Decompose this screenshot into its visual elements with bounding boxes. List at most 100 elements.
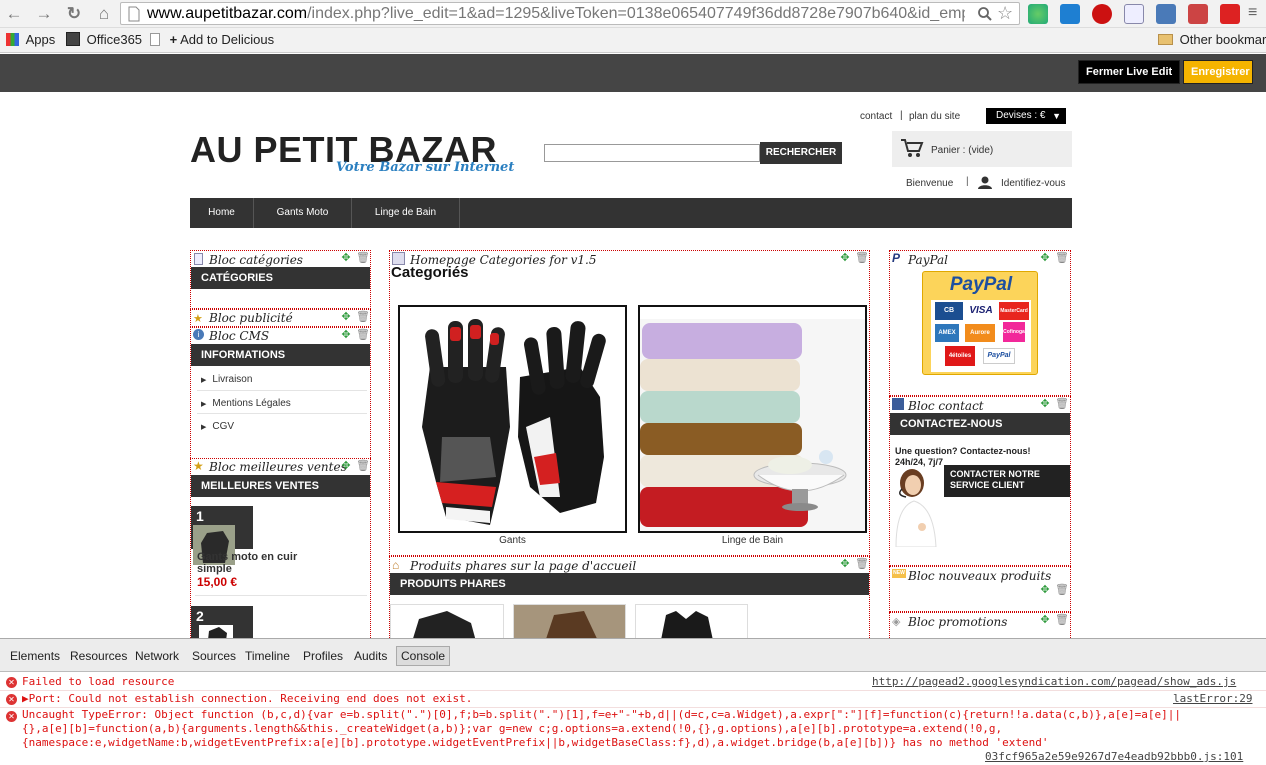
move-icon[interactable]: ✥ <box>1038 397 1052 411</box>
back-icon[interactable]: ← <box>4 4 24 24</box>
menu-item-gants-moto[interactable]: Gants Moto <box>254 198 352 228</box>
console-error-2[interactable]: ▶Port: Could not establish connection. R… <box>22 692 922 706</box>
bloc-title: Bloc CMS <box>209 329 270 343</box>
bookmark-delicious[interactable]: + Add to Delicious <box>150 32 274 47</box>
featured-product[interactable] <box>513 604 626 638</box>
menu-item-linge-de-bain[interactable]: Linge de Bain <box>352 198 460 228</box>
move-icon[interactable]: ✥ <box>339 310 353 324</box>
lastpass-extension-icon[interactable] <box>1220 4 1240 24</box>
home-icon[interactable]: ⌂ <box>94 4 114 24</box>
search-icon[interactable] <box>977 6 993 22</box>
bloc-title: Produits phares sur la page d'accueil <box>410 559 637 573</box>
product-image <box>661 611 713 638</box>
tab-sources[interactable]: Sources <box>192 649 236 663</box>
error-icon: ✕ <box>6 677 17 688</box>
divider <box>197 390 367 391</box>
bloc-paypal: P PayPal ✥ 🗑 PayPal CB VISA MasterCard A… <box>889 250 1071 396</box>
trash-icon[interactable]: 🗑 <box>1055 251 1069 265</box>
search-input[interactable] <box>544 144 760 162</box>
console-source-link[interactable]: http://pagead2.googlesyndication.com/pag… <box>872 675 1236 688</box>
login-link[interactable]: Identifiez-vous <box>1001 178 1065 189</box>
featured-heading: PRODUITS PHARES <box>390 573 869 595</box>
trash-icon[interactable]: 🗑 <box>1055 583 1069 597</box>
contact-question: Une question? Contactez-nous! <box>895 446 1031 456</box>
tab-resources[interactable]: Resources <box>70 649 127 663</box>
tab-profiles[interactable]: Profiles <box>303 649 343 663</box>
console-source-link[interactable]: 03fcf965a2e59e9267d7e4eadb92bbb0.js:101 <box>985 750 1243 763</box>
trash-icon[interactable]: 🗑 <box>855 251 869 265</box>
save-button[interactable]: Enregistrer <box>1183 60 1253 84</box>
star-icon[interactable]: ☆ <box>997 3 1013 24</box>
url-text: www.aupetitbazar.com/index.php?live_edit… <box>147 5 965 22</box>
trash-icon[interactable]: 🗑 <box>356 328 370 342</box>
paypal-badge[interactable]: PayPal CB VISA MasterCard AMEX Aurore Co… <box>922 271 1038 375</box>
trash-icon[interactable]: 🗑 <box>356 459 370 473</box>
search-button[interactable]: RECHERCHER <box>760 142 842 164</box>
category-card-gants[interactable] <box>398 305 627 533</box>
reload-icon[interactable]: ↻ <box>64 4 84 24</box>
currency-selector[interactable]: Devises : € ▼ <box>986 108 1066 124</box>
devtools-tabs: Elements Resources Network Sources Timel… <box>0 639 1266 672</box>
product-price: 15,00 € <box>197 575 238 589</box>
glove-thumbnail[interactable] <box>199 625 233 638</box>
trash-icon[interactable]: 🗑 <box>855 557 869 571</box>
bloc-title: Bloc nouveaux produits <box>908 569 1052 583</box>
tag-icon: ◈ <box>892 616 901 628</box>
scissors-extension-icon[interactable] <box>1060 4 1080 24</box>
bloc-title: PayPal <box>908 253 948 267</box>
bookmarks-bar: Apps Office365 + Add to Delicious Other … <box>0 28 1266 53</box>
move-icon[interactable]: ✥ <box>838 557 852 571</box>
contact-service-button[interactable]: CONTACTER NOTRE SERVICE CLIENT <box>944 465 1070 497</box>
bookmark-apps[interactable]: Apps <box>6 32 55 47</box>
trash-icon[interactable]: 🗑 <box>356 251 370 265</box>
tab-network[interactable]: Network <box>135 649 179 663</box>
category-label-gants[interactable]: Gants <box>398 535 627 546</box>
arrow-icon: ▶ <box>201 401 207 408</box>
tab-console[interactable]: Console <box>396 646 451 666</box>
tab-elements[interactable]: Elements <box>10 649 60 663</box>
info-link-livraison[interactable]: ▶ Livraison <box>201 374 252 385</box>
gloves-image <box>422 319 606 525</box>
chart-extension-icon[interactable] <box>1156 4 1176 24</box>
cart-block[interactable]: Panier : (vide) <box>892 131 1072 167</box>
move-icon[interactable]: ✥ <box>1038 583 1052 597</box>
main-menu: Home Gants Moto Linge de Bain <box>190 198 1072 228</box>
info-icon: i <box>193 329 204 340</box>
sitemap-link[interactable]: plan du site <box>909 111 960 122</box>
support-agent-image <box>895 469 937 547</box>
menu-item-home[interactable]: Home <box>190 198 254 228</box>
globe-extension-icon[interactable] <box>1028 4 1048 24</box>
move-icon[interactable]: ✥ <box>339 459 353 473</box>
console-source-link[interactable]: lastError:29 <box>1173 692 1252 705</box>
menu-icon[interactable]: ≡ <box>1248 4 1257 22</box>
contact-link[interactable]: contact <box>860 111 892 122</box>
trash-icon[interactable]: 🗑 <box>1055 613 1069 627</box>
extension-icon[interactable] <box>1188 4 1208 24</box>
move-icon[interactable]: ✥ <box>1038 251 1052 265</box>
move-icon[interactable]: ✥ <box>1038 613 1052 627</box>
move-icon[interactable]: ✥ <box>339 251 353 265</box>
info-link-cgv[interactable]: ▶ CGV <box>201 421 234 432</box>
product-name[interactable]: Gants moto en cuir simple <box>197 551 307 575</box>
trash-icon[interactable]: 🗑 <box>356 310 370 324</box>
category-card-linge[interactable] <box>638 305 867 533</box>
bookmark-extension-icon[interactable] <box>1124 4 1144 24</box>
bloc-contact: Bloc contact ✥ 🗑 CONTACTEZ-NOUS Une ques… <box>889 396 1071 566</box>
move-icon[interactable]: ✥ <box>838 251 852 265</box>
info-link-mentions[interactable]: ▶ Mentions Légales <box>201 398 291 409</box>
card-cofinoga: Cofinoga <box>1003 322 1025 342</box>
trash-icon[interactable]: 🗑 <box>1055 397 1069 411</box>
other-bookmarks[interactable]: Other bookmarks <box>1158 32 1266 47</box>
tab-audits[interactable]: Audits <box>354 649 387 663</box>
close-live-edit-button[interactable]: Fermer Live Edit <box>1078 60 1181 84</box>
adblock-extension-icon[interactable] <box>1092 4 1112 24</box>
featured-product[interactable] <box>635 604 748 638</box>
move-icon[interactable]: ✥ <box>339 328 353 342</box>
category-label-linge[interactable]: Linge de Bain <box>638 535 867 546</box>
featured-product[interactable] <box>390 604 504 638</box>
forward-icon[interactable]: → <box>34 4 54 24</box>
address-bar[interactable]: www.aupetitbazar.com/index.php?live_edit… <box>120 2 1020 25</box>
tab-timeline[interactable]: Timeline <box>245 649 290 663</box>
bookmark-office365[interactable]: Office365 <box>66 32 142 47</box>
console-error-3-line2: {},a[e][b]=function(a,b){arguments.lengt… <box>22 722 1003 735</box>
